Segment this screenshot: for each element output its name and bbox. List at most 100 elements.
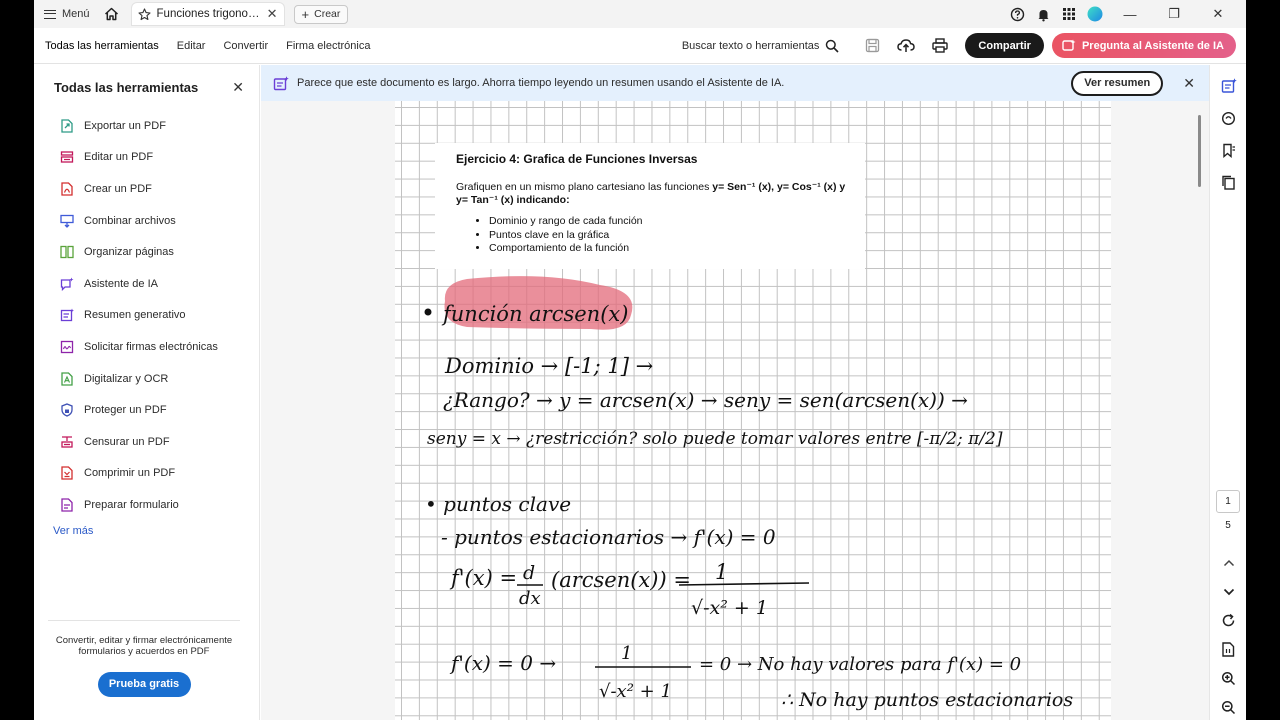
tab-title: Funciones trigonomet... bbox=[156, 8, 261, 20]
close-banner-icon[interactable]: ✕ bbox=[1183, 75, 1195, 92]
hw-no-values: = 0 → No hay valores para f'(x) = 0 bbox=[699, 654, 1021, 675]
tab-e-sign[interactable]: Firma electrónica bbox=[277, 28, 379, 64]
refresh-icon bbox=[1222, 613, 1235, 627]
home-icon bbox=[105, 7, 119, 21]
hw-denominator: √-x² + 1 bbox=[691, 597, 768, 619]
tool-label: Proteger un PDF bbox=[84, 404, 167, 417]
acrobat-window: Menú Funciones trigonomet... ✕ + Crear bbox=[34, 0, 1246, 720]
hw-dx: dx bbox=[519, 588, 541, 609]
pdf-page: Ejercicio 4: Grafica de Funciones Invers… bbox=[395, 101, 1111, 720]
create-tab-button[interactable]: + Crear bbox=[293, 4, 349, 24]
hw-zero-denominator: √-x² + 1 bbox=[599, 681, 672, 702]
create-label: Crear bbox=[314, 8, 341, 20]
protect-pdf-icon bbox=[60, 403, 74, 417]
prepare-form-icon bbox=[60, 498, 74, 512]
document-viewport[interactable]: Ejercicio 4: Grafica de Funciones Invers… bbox=[261, 101, 1209, 720]
bullet-dot bbox=[424, 308, 432, 316]
panel-footer: Convertir, editar y firmar electrónicame… bbox=[48, 620, 240, 720]
tool-label: Comprimir un PDF bbox=[84, 467, 176, 480]
tool-combine-files[interactable]: Combinar archivos bbox=[34, 205, 259, 237]
tool-protect-pdf[interactable]: Proteger un PDF bbox=[34, 394, 259, 426]
avatar[interactable] bbox=[1086, 5, 1104, 23]
hw-conclusion: ∴ No hay puntos estacionarios bbox=[781, 689, 1073, 711]
generative-summary-icon bbox=[60, 308, 74, 322]
tool-generative-summary[interactable]: Resumen generativo bbox=[34, 300, 259, 332]
next-page-button[interactable] bbox=[1210, 577, 1246, 606]
tool-prepare-form[interactable]: Preparar formulario bbox=[34, 489, 259, 521]
home-button[interactable] bbox=[98, 0, 126, 28]
search-tools-button[interactable]: Buscar texto o herramientas bbox=[682, 39, 840, 53]
hw-derivative-mid: (arcsen(x)) = bbox=[551, 568, 691, 592]
comment-rail-button[interactable] bbox=[1210, 102, 1246, 134]
save-icon bbox=[865, 38, 880, 53]
document-tab[interactable]: Funciones trigonomet... ✕ bbox=[131, 3, 284, 25]
close-panel-icon[interactable]: ✕ bbox=[232, 79, 244, 96]
hw-stationary-line: - puntos estacionarios → f'(x) = 0 bbox=[441, 525, 776, 549]
close-window-button[interactable]: ✕ bbox=[1200, 6, 1236, 22]
hw-key-points-heading: • puntos clave bbox=[425, 492, 571, 516]
zoom-in-icon bbox=[1221, 671, 1236, 686]
hw-range-line: ¿Rango? → y = arcsen(x) → seny = sen(arc… bbox=[443, 388, 968, 412]
zoom-in-button[interactable] bbox=[1210, 664, 1246, 693]
tool-export-pdf[interactable]: Exportar un PDF bbox=[34, 110, 259, 142]
tool-label: Crear un PDF bbox=[84, 182, 152, 195]
restore-button[interactable]: ❐ bbox=[1156, 6, 1192, 22]
see-more-link[interactable]: Ver más bbox=[34, 525, 259, 537]
close-tab-icon[interactable]: ✕ bbox=[267, 6, 278, 22]
menu-label: Menú bbox=[62, 8, 90, 20]
hw-d: d bbox=[523, 562, 535, 584]
tool-organize-pages[interactable]: Organizar páginas bbox=[34, 236, 259, 268]
zoom-out-button[interactable] bbox=[1210, 693, 1246, 720]
tab-edit[interactable]: Editar bbox=[168, 28, 215, 64]
bell-icon[interactable] bbox=[1034, 5, 1052, 23]
zoom-out-icon bbox=[1221, 700, 1236, 715]
minimize-button[interactable]: — bbox=[1112, 7, 1148, 22]
tool-list: Exportar un PDF Editar un PDF Crear un P… bbox=[34, 110, 259, 521]
ai-assistant-button[interactable]: Pregunta al Asistente de IA bbox=[1051, 33, 1236, 58]
tool-create-pdf[interactable]: Crear un PDF bbox=[34, 173, 259, 205]
tool-scan-ocr[interactable]: Digitalizar y OCR bbox=[34, 363, 259, 395]
page-total: 5 bbox=[1225, 520, 1231, 531]
ai-button-label: Pregunta al Asistente de IA bbox=[1081, 39, 1224, 52]
tool-edit-pdf[interactable]: Editar un PDF bbox=[34, 142, 259, 174]
fit-page-icon bbox=[1222, 642, 1235, 657]
organize-pages-icon bbox=[60, 245, 74, 259]
tool-label: Digitalizar y OCR bbox=[84, 372, 169, 385]
hw-heading: función arcsen(x) bbox=[441, 302, 628, 326]
help-icon[interactable] bbox=[1008, 5, 1026, 23]
tool-label: Preparar formulario bbox=[84, 498, 179, 511]
free-trial-button[interactable]: Prueba gratis bbox=[97, 671, 191, 697]
tool-request-signatures[interactable]: Solicitar firmas electrónicas bbox=[34, 331, 259, 363]
bookmarks-rail-button[interactable] bbox=[1210, 134, 1246, 166]
all-tools-panel: Todas las herramientas ✕ Exportar un PDF… bbox=[34, 65, 260, 720]
chevron-down-icon bbox=[1223, 588, 1234, 595]
tab-convert[interactable]: Convertir bbox=[214, 28, 277, 64]
tool-redact-pdf[interactable]: Censurar un PDF bbox=[34, 426, 259, 458]
apps-grid-icon[interactable] bbox=[1060, 5, 1078, 23]
rotate-button[interactable] bbox=[1210, 606, 1246, 635]
ai-summary-rail-button[interactable] bbox=[1210, 70, 1246, 102]
upload-cloud-button[interactable] bbox=[889, 38, 923, 53]
tab-all-tools[interactable]: Todas las herramientas bbox=[34, 28, 168, 64]
save-button[interactable] bbox=[855, 38, 889, 53]
ai-assistant-icon bbox=[60, 277, 74, 291]
hw-restriction-line: seny = x → ¿restricción? solo puede toma… bbox=[427, 429, 1003, 449]
promo-text: Convertir, editar y firmar electrónicame… bbox=[55, 635, 233, 658]
menu-button[interactable]: Menú bbox=[34, 0, 98, 28]
tool-ai-assistant[interactable]: Asistente de IA bbox=[34, 268, 259, 300]
vertical-scrollbar[interactable] bbox=[1198, 115, 1201, 187]
page-fit-button[interactable] bbox=[1210, 635, 1246, 664]
hw-domain-line: Dominio → [-1; 1] → bbox=[444, 354, 653, 378]
pages-rail-button[interactable] bbox=[1210, 166, 1246, 198]
view-summary-button[interactable]: Ver resumen bbox=[1071, 70, 1164, 96]
hamburger-icon bbox=[44, 9, 56, 19]
panel-header: Todas las herramientas ✕ bbox=[34, 65, 259, 99]
compress-pdf-icon bbox=[60, 466, 74, 480]
banner-text: Parece que este documento es largo. Ahor… bbox=[297, 77, 785, 89]
previous-page-button[interactable] bbox=[1210, 548, 1246, 577]
star-icon[interactable] bbox=[137, 7, 151, 21]
share-button[interactable]: Compartir bbox=[965, 33, 1044, 58]
current-page-input[interactable]: 1 bbox=[1216, 490, 1240, 513]
print-button[interactable] bbox=[923, 38, 957, 53]
tool-compress-pdf[interactable]: Comprimir un PDF bbox=[34, 458, 259, 490]
